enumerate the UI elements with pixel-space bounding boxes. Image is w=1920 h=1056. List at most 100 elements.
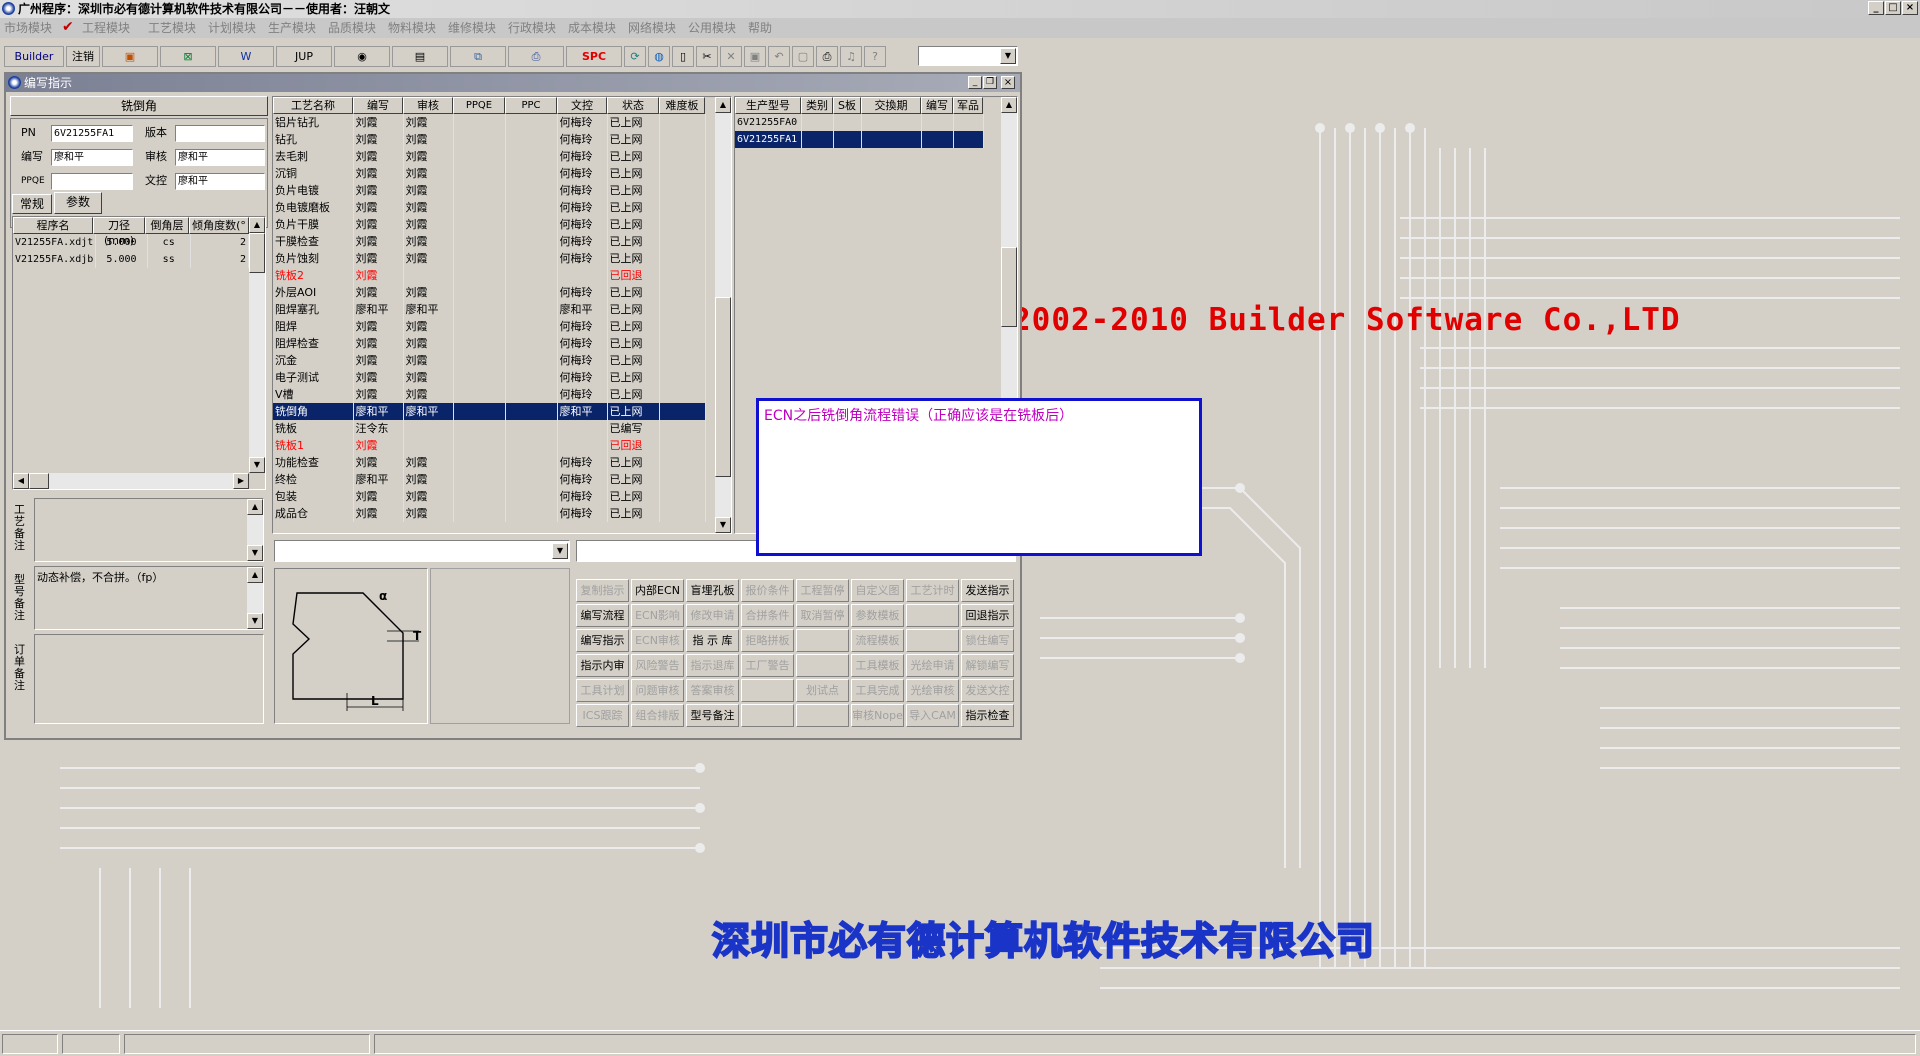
scroll-up-icon[interactable]: ▲ <box>247 499 263 515</box>
ppqe-field[interactable] <box>51 173 133 190</box>
hscroll-thumb[interactable] <box>29 473 49 489</box>
action-button[interactable]: 参数模板 <box>851 604 904 627</box>
action-button[interactable] <box>741 679 794 702</box>
refresh-icon[interactable]: ⟳ <box>624 46 646 67</box>
scroll-down-icon[interactable]: ▼ <box>715 517 731 533</box>
col-doc[interactable]: 文控 <box>557 97 607 114</box>
action-button[interactable]: 风险警告 <box>631 654 684 677</box>
action-button[interactable]: 指示内审 <box>576 654 629 677</box>
scroll-left-icon[interactable]: ◀ <box>13 473 29 489</box>
preview-icon[interactable]: ▢ <box>792 46 814 67</box>
action-button[interactable]: ICS跟踪 <box>576 704 629 727</box>
action-button[interactable] <box>796 629 849 652</box>
action-button[interactable]: 自定义图 <box>851 579 904 602</box>
action-button[interactable]: 光绘审核 <box>906 679 959 702</box>
scroll-up-icon[interactable]: ▲ <box>715 97 731 113</box>
col-diameter[interactable]: 刀径(mm) <box>93 217 145 247</box>
help-icon[interactable]: ? <box>864 46 886 67</box>
new-file-icon[interactable]: ▯ <box>672 46 694 67</box>
table-row[interactable]: 负片电镀 刘霞 刘霞 何梅玲 已上网 <box>273 182 706 199</box>
action-button[interactable]: 问题审核 <box>631 679 684 702</box>
col-ppqe[interactable]: PPQE <box>453 97 505 114</box>
col-reviewer[interactable]: 审核 <box>403 97 453 114</box>
doc-field[interactable]: 廖和平 <box>175 173 265 190</box>
action-button[interactable]: 指示检查 <box>961 704 1014 727</box>
action-button[interactable] <box>796 654 849 677</box>
scroll-up-icon[interactable]: ▲ <box>249 217 265 233</box>
action-button[interactable]: 发送指示 <box>961 579 1014 602</box>
table-row[interactable]: 负电镀磨板 刘霞 刘霞 何梅玲 已上网 <box>273 199 706 216</box>
action-button[interactable]: 组合排版 <box>631 704 684 727</box>
chevron-down-icon[interactable]: ▼ <box>552 543 568 559</box>
col-delivery[interactable]: 交換期 <box>861 97 921 114</box>
table-row[interactable]: 沉金 刘霞 刘霞 何梅玲 已上网 <box>273 352 706 369</box>
undo-icon[interactable]: ↶ <box>768 46 790 67</box>
builder-button[interactable]: Builder <box>4 46 64 67</box>
scroll-thumb[interactable] <box>249 233 265 273</box>
action-button[interactable]: 复制指示 <box>576 579 629 602</box>
scroll-down-icon[interactable]: ▼ <box>247 545 263 561</box>
action-button[interactable] <box>796 704 849 727</box>
col-military[interactable]: 军品 <box>953 97 983 114</box>
table-row[interactable]: 沉铜 刘霞 刘霞 何梅玲 已上网 <box>273 165 706 182</box>
table-row[interactable]: 铣板1 刘霞 已回退 <box>273 437 706 454</box>
action-button[interactable]: 光绘申请 <box>906 654 959 677</box>
col-s-board[interactable]: S板 <box>833 97 861 114</box>
logout-button[interactable]: 注销 <box>66 46 100 67</box>
table-row[interactable]: 阻焊塞孔 廖和平 廖和平 廖和平 已上网 <box>273 301 706 318</box>
model-note-field[interactable]: 动态补偿，不合拼。（fp） ▲ ▼ <box>34 566 264 630</box>
scroll-down-icon[interactable]: ▼ <box>249 457 265 473</box>
action-button[interactable]: 盲埋孔板 <box>686 579 739 602</box>
find-icon[interactable]: ♫ <box>840 46 862 67</box>
book-icon[interactable]: ▤ <box>392 46 448 67</box>
program-vscroll[interactable]: ▲ ▼ <box>249 217 265 473</box>
action-button[interactable]: 工厂警告 <box>741 654 794 677</box>
child-minimize-button[interactable]: _ <box>968 76 982 89</box>
table-row[interactable]: 外层AOI 刘霞 刘霞 何梅玲 已上网 <box>273 284 706 301</box>
menu-repair[interactable]: 维修模块 <box>448 20 496 36</box>
process-combo[interactable]: ▼ <box>274 540 570 562</box>
table-row[interactable]: 去毛刺 刘霞 刘霞 何梅玲 已上网 <box>273 148 706 165</box>
table-row[interactable]: 铝片钻孔 刘霞 刘霞 何梅玲 已上网 <box>273 114 706 131</box>
table-row[interactable]: 负片干膜 刘霞 刘霞 何梅玲 已上网 <box>273 216 706 233</box>
col-status[interactable]: 状态 <box>607 97 659 114</box>
table-row[interactable]: 6V21255FA0 <box>735 114 984 131</box>
action-button[interactable]: 取消暂停 <box>796 604 849 627</box>
action-button[interactable]: 工具计划 <box>576 679 629 702</box>
action-button[interactable]: 划试点 <box>796 679 849 702</box>
menu-help[interactable]: 帮助 <box>748 20 772 36</box>
minimize-button[interactable]: _ <box>1868 1 1884 15</box>
menu-quality[interactable]: 品质模块 <box>328 20 376 36</box>
word-icon[interactable]: W <box>218 46 274 67</box>
table-row[interactable]: 铣板2 刘霞 已回退 <box>273 267 706 284</box>
cut-icon[interactable]: ✂ <box>696 46 718 67</box>
scroll-right-icon[interactable]: ▶ <box>233 473 249 489</box>
col-prog-name[interactable]: 程序名 <box>13 217 93 234</box>
menu-market[interactable]: 市场模块 <box>4 20 52 36</box>
excel-icon[interactable]: ⊠ <box>160 46 216 67</box>
action-button[interactable]: 工具完成 <box>851 679 904 702</box>
eye-icon[interactable]: ◉ <box>334 46 390 67</box>
tab-general[interactable]: 常规 <box>12 194 52 214</box>
menu-production[interactable]: 生产模块 <box>268 20 316 36</box>
save-icon[interactable]: ▣ <box>744 46 766 67</box>
action-button[interactable]: 编写流程 <box>576 604 629 627</box>
action-button[interactable]: 修改申请 <box>686 604 739 627</box>
program-hscroll[interactable]: ◀ ▶ <box>13 473 249 489</box>
print-icon[interactable]: ⎙ <box>816 46 838 67</box>
action-button[interactable]: 报价条件 <box>741 579 794 602</box>
menu-material[interactable]: 物料模块 <box>388 20 436 36</box>
table-row[interactable]: 负片蚀刻 刘霞 刘霞 何梅玲 已上网 <box>273 250 706 267</box>
action-button[interactable] <box>741 704 794 727</box>
close-button[interactable]: × <box>1902 1 1918 15</box>
action-button[interactable]: 指 示 库 <box>686 629 739 652</box>
table-row-selected[interactable]: 6V21255FA1 <box>735 131 984 148</box>
jup-button[interactable]: JUP <box>276 46 332 67</box>
action-button[interactable]: 合拼条件 <box>741 604 794 627</box>
craft-note-field[interactable]: ▲ ▼ <box>34 498 264 562</box>
action-button[interactable]: ECN审核 <box>631 629 684 652</box>
child-close-button[interactable]: × <box>1001 76 1015 89</box>
table-row[interactable]: 电子测试 刘霞 刘霞 何梅玲 已上网 <box>273 369 706 386</box>
menu-craft[interactable]: 工艺模块 <box>148 20 196 36</box>
menu-plan[interactable]: 计划模块 <box>208 20 256 36</box>
